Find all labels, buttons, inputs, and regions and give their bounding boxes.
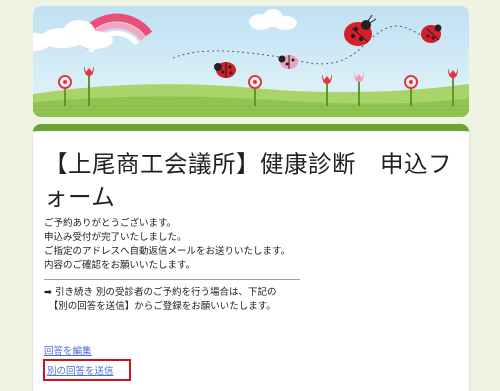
ladybug-icon: [214, 62, 236, 78]
form-title: 【上尾商工会議所】健康診断 申込フォーム: [44, 150, 452, 211]
submit-another-response-link[interactable]: 別の回答を送信: [47, 363, 114, 377]
divider: [44, 279, 300, 280]
edit-response-link[interactable]: 回答を編集: [44, 343, 92, 357]
message-line: ご予約ありがとうございます。: [44, 218, 177, 229]
next-registration-note: ➡ 引き続き 別の受診者のご予約を行う場合は、下記の 【別の回答を送信】からご登…: [44, 286, 454, 313]
cloud-icon: [249, 9, 297, 30]
note-line: 【別の回答を送信】からご登録をお願いいたします。: [44, 300, 276, 312]
message-line: 内容のご確認をお願いいたします。: [44, 260, 196, 271]
confirmation-card: 【上尾商工会議所】健康診断 申込フォーム ご予約ありがとうございます。 申込み受…: [33, 124, 469, 391]
ladybug-icon: [344, 14, 377, 46]
message-line: 申込み受付が完了いたしました。: [44, 232, 187, 243]
ladybug-icon: [278, 55, 298, 69]
ladybug-banner-illustration: [33, 9, 469, 117]
confirmation-message: ご予約ありがとうございます。 申込み受付が完了いたしました。 ご指定のアドレスへ…: [44, 217, 454, 273]
message-line: ご指定のアドレスへ自動返信メールをお送りいたします。: [44, 246, 291, 257]
ladybug-icon: [421, 24, 442, 43]
note-line: ➡ 引き続き 別の受診者のご予約を行う場合は、下記の: [44, 287, 277, 298]
header-banner: [33, 6, 469, 117]
